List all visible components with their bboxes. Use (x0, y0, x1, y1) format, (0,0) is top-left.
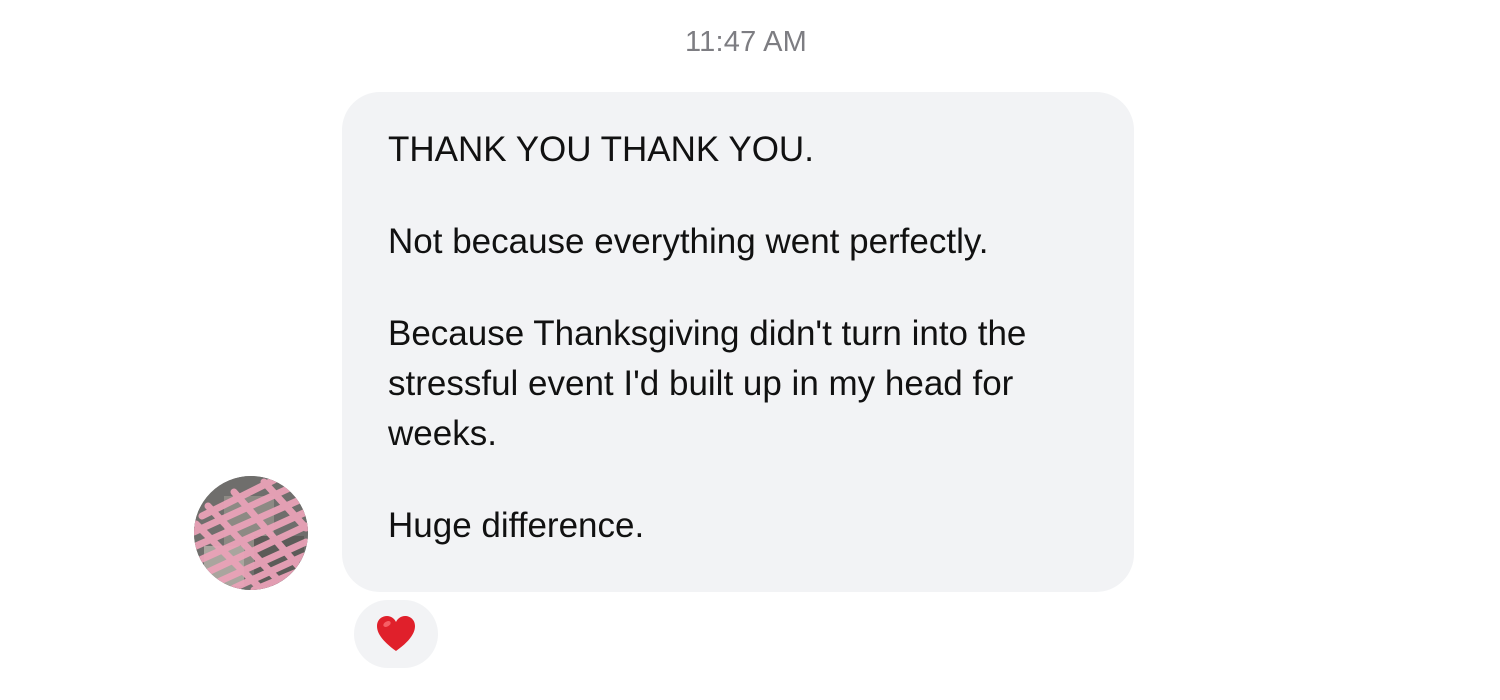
message-line: Huge difference. (388, 506, 645, 545)
message-bubble[interactable]: THANK YOU THANK YOU. Not because everyth… (342, 92, 1134, 592)
red-heart-icon (377, 616, 415, 651)
sender-avatar[interactable] (194, 476, 308, 590)
message-line: THANK YOU THANK YOU. (388, 130, 814, 169)
message-line: Not because everything went perfectly. (388, 222, 989, 261)
redacted-avatar-icon (194, 476, 308, 590)
message-line: stressful event I'd built up in my head … (388, 364, 1014, 403)
chat-thread: 11:47 AM THANK YOU THANK YOU. Not becaus… (0, 0, 1500, 700)
message-timestamp: 11:47 AM (685, 26, 807, 58)
message-line: Because Thanksgiving didn't turn into th… (388, 314, 1027, 353)
message-line: weeks. (388, 414, 497, 453)
reaction-badge[interactable] (354, 600, 438, 668)
